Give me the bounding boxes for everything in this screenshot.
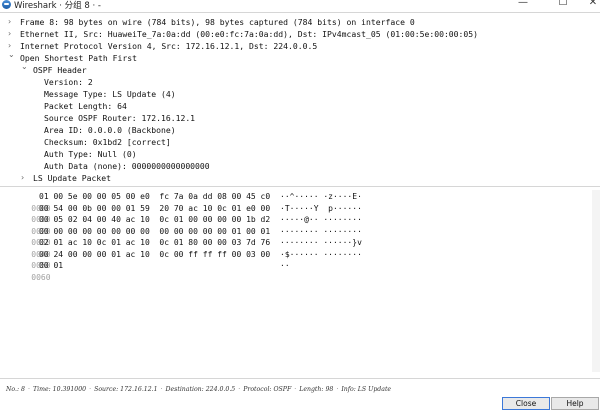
packet-details-tree[interactable]: › Frame 8: 98 bytes on wire (784 bits), … <box>0 16 600 184</box>
hex-ascii[interactable]: ········ ······}v <box>280 237 362 249</box>
packet-summary-status: No.: 8 · Time: 10.391000 · Source: 172.16.12… <box>6 384 600 396</box>
hex-scrollbar[interactable] <box>592 190 600 372</box>
tree-row-label: Version: 2 <box>44 77 93 87</box>
close-window-button[interactable]: ✕ <box>578 0 600 9</box>
hex-dump-pane[interactable]: 0000 01 00 5e 00 00 05 00 e0 fc 7a 0a dd… <box>0 188 600 373</box>
expand-arrow-icon[interactable]: › <box>21 172 24 184</box>
expand-arrow-icon[interactable]: › <box>8 28 11 40</box>
status-separator-dot: · <box>160 386 163 393</box>
status-time: Time: 10.391000 <box>32 386 87 393</box>
hex-bytes[interactable]: 02 01 ac 10 0c 01 ac 10 0c 01 80 00 00 0… <box>39 237 270 249</box>
expand-arrow-icon[interactable]: › <box>8 16 11 28</box>
tree-row-label: LS Update Packet <box>33 173 111 183</box>
hex-ascii[interactable]: ·$······ ········ <box>280 249 362 261</box>
status-separator-dot: · <box>336 386 339 393</box>
tree-row-label: OSPF Header <box>33 65 87 75</box>
tree-row-label: Internet Protocol Version 4, Src: 172.16… <box>20 41 318 51</box>
tree-row-label: Auth Type: Null (0) <box>44 149 137 159</box>
maximize-button[interactable]: ☐ <box>548 0 578 9</box>
pane-splitter[interactable] <box>0 186 600 187</box>
tree-row-label: Open Shortest Path First <box>20 53 137 63</box>
status-separator-dot: · <box>294 386 297 393</box>
hex-bytes[interactable]: 01 00 5e 00 00 05 00 e0 fc 7a 0a dd 08 0… <box>39 191 270 203</box>
status-info: Info: LS Update <box>341 386 392 393</box>
status-source: Source: 172.16.12.1 <box>94 386 158 393</box>
tree-row-label: Ethernet II, Src: HuaweiTe_7a:0a:dd (00:… <box>20 29 479 39</box>
status-protocol: Protocol: OSPF <box>243 386 292 393</box>
title-separator <box>0 12 600 13</box>
tree-row-label: Auth Data (none): 0000000000000000 <box>44 161 210 171</box>
hex-bytes[interactable]: 00 01 <box>39 260 63 272</box>
tree-row-label: Source OSPF Router: 172.16.12.1 <box>44 113 196 123</box>
hex-bytes[interactable]: 00 05 02 04 00 40 ac 10 0c 01 00 00 00 0… <box>39 214 270 226</box>
hex-bytes[interactable]: 00 00 00 00 00 00 00 00 00 00 00 00 00 0… <box>39 226 270 238</box>
collapse-arrow-icon[interactable]: ⌄ <box>21 61 28 73</box>
tree-row-label: Checksum: 0x1bd2 [correct] <box>44 137 171 147</box>
status-separator-dot: · <box>28 386 30 393</box>
wireshark-logo-icon <box>2 0 11 9</box>
hex-bytes[interactable]: 00 54 00 0b 00 00 01 59 20 70 ac 10 0c 0… <box>39 203 270 215</box>
hex-offset: 0060 <box>31 272 51 282</box>
tree-row-label: Frame 8: 98 bytes on wire (784 bits), 98… <box>20 17 415 27</box>
tree-row-label: Area ID: 0.0.0.0 (Backbone) <box>44 125 176 135</box>
minimize-button[interactable]: — <box>508 0 538 9</box>
tree-row-label: Message Type: LS Update (4) <box>44 89 176 99</box>
hex-ascii[interactable]: ·· <box>280 260 290 272</box>
hex-ascii[interactable]: ·T·····Y p······ <box>280 203 362 215</box>
hex-ascii[interactable]: ··^····· ·z····E· <box>280 191 362 203</box>
close-button[interactable]: Close <box>502 397 550 410</box>
status-separator-dot: · <box>89 386 92 393</box>
status-destination: Destination: 224.0.0.5 <box>165 386 236 393</box>
hex-bytes[interactable]: 00 24 00 00 00 01 ac 10 0c 00 ff ff ff 0… <box>39 249 270 261</box>
help-button[interactable]: Help <box>551 397 599 410</box>
status-separator-dot: · <box>238 386 241 393</box>
status-separator <box>0 378 600 379</box>
window-title: Wireshark · 分组 8 · - <box>14 1 101 11</box>
hex-ascii[interactable]: ········ ········ <box>280 226 362 238</box>
status-number: No.: 8 <box>6 386 25 393</box>
tree-row-label: Packet Length: 64 <box>44 101 127 111</box>
title-bar: Wireshark · 分组 8 · - — ☐ ✕ <box>0 0 600 11</box>
hex-ascii[interactable]: ·····@·· ········ <box>280 214 362 226</box>
collapse-arrow-icon[interactable]: ⌄ <box>8 49 15 61</box>
status-length: Length: 98 <box>299 386 334 393</box>
